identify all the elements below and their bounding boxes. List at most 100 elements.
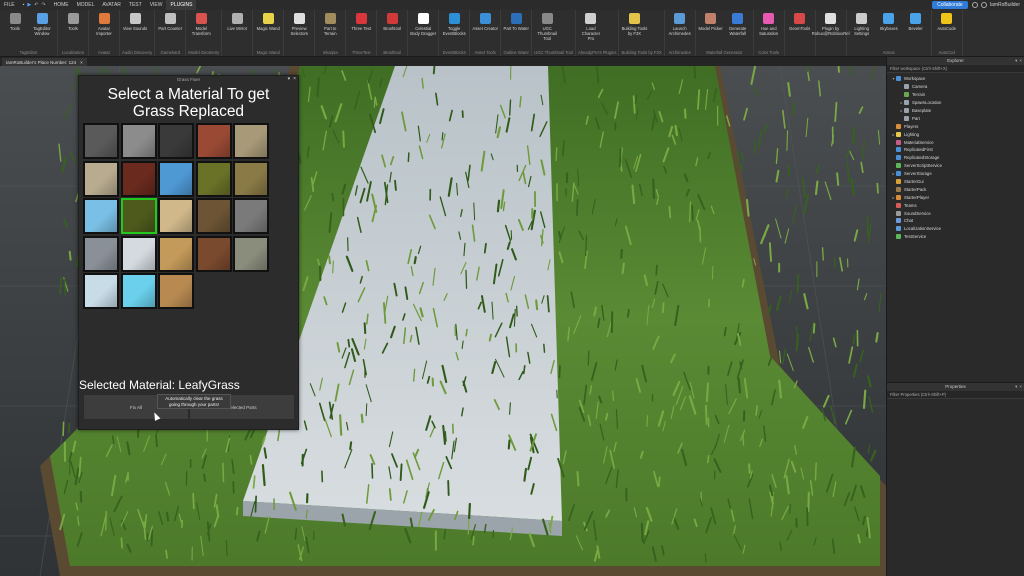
ribbon-button[interactable]: Asset Creator <box>472 10 498 48</box>
properties-filter-input[interactable]: Filter Properties (Ctrl+Shift+P) <box>887 391 1024 399</box>
explorer-item[interactable]: Terrain <box>887 91 1024 99</box>
material-tile[interactable] <box>195 123 232 159</box>
ribbon-button[interactable]: Preview Selectors <box>286 10 312 48</box>
explorer-item[interactable]: ▸ Baseplate <box>887 107 1024 115</box>
material-tile[interactable] <box>83 160 119 197</box>
username[interactable]: IamRoBuilder <box>990 2 1020 8</box>
ribbon-button[interactable]: Tools <box>60 10 86 48</box>
document-tab[interactable]: IamRoBuilder's Place Number: 124 × <box>2 58 87 66</box>
ribbon-button[interactable]: UGC Thumbnail Tool <box>534 10 560 48</box>
help-icon[interactable] <box>980 2 987 8</box>
material-tile[interactable] <box>83 198 119 234</box>
material-tile[interactable] <box>233 235 269 272</box>
ribbon-button[interactable]: GeomTools <box>787 10 813 48</box>
file-menu[interactable]: FILE <box>0 0 19 10</box>
material-tile[interactable] <box>83 235 119 272</box>
material-tile[interactable] <box>233 123 269 159</box>
menu-tab-plugins[interactable]: PLUGINS <box>166 0 197 10</box>
explorer-item[interactable]: Teams <box>887 201 1024 209</box>
material-tile[interactable] <box>83 273 119 309</box>
explorer-item[interactable]: ReplicatedStorage <box>887 154 1024 162</box>
explorer-filter-input[interactable]: Filter workspace (Ctrl+Shift+X) <box>887 65 1024 73</box>
ribbon-button[interactable]: Magic Wand <box>255 10 281 48</box>
explorer-item[interactable]: ▸ StarterPlayer <box>887 193 1024 201</box>
material-tile[interactable] <box>158 198 194 234</box>
ribbon-button[interactable]: AutoCode <box>934 10 960 48</box>
ribbon-button[interactable]: Plugin by Robux@RobloxxRel <box>812 10 850 48</box>
ribbon-button[interactable]: Brushtool <box>379 10 405 48</box>
ribbon-button[interactable]: View Sounds <box>122 10 148 48</box>
ribbon-button[interactable]: Toggle EventBlocks <box>441 10 467 48</box>
material-tile[interactable] <box>195 160 232 197</box>
3d-viewport[interactable]: Grass Fixer ▾ × Select a Material To get … <box>0 66 886 576</box>
ribbon-button[interactable]: Model Picker <box>698 10 724 48</box>
explorer-item[interactable]: TestService <box>887 233 1024 241</box>
explorer-item[interactable]: LocalizationService <box>887 225 1024 233</box>
ribbon-button[interactable]: Beveler <box>903 10 929 48</box>
explorer-item[interactable]: ▾ Workspace <box>887 75 1024 83</box>
play-icon[interactable]: ▶ <box>27 2 31 8</box>
menu-tab-test[interactable]: TEST <box>125 0 146 10</box>
undo-icon[interactable]: ↶ <box>34 2 38 8</box>
material-tile[interactable] <box>120 198 157 234</box>
ribbon-button[interactable]: Part To Water <box>503 10 529 48</box>
ribbon-button[interactable]: Avatar Importer <box>91 10 117 48</box>
material-tile[interactable] <box>233 160 269 197</box>
explorer-item[interactable]: ▸ ServerStorage <box>887 170 1024 178</box>
material-tile[interactable] <box>158 235 194 272</box>
ribbon-button[interactable]: Part to Terrain <box>317 10 343 48</box>
ribbon-button[interactable]: TagEditor Window <box>29 10 55 48</box>
ribbon-button[interactable]: Part Counter <box>157 10 183 48</box>
explorer-item[interactable]: Part <box>887 114 1024 122</box>
material-tile[interactable] <box>195 198 232 234</box>
explorer-item[interactable]: SoundService <box>887 209 1024 217</box>
ribbon-button[interactable]: Skyboxes <box>876 10 902 48</box>
redo-icon[interactable]: ↷ <box>41 2 45 8</box>
share-icon[interactable] <box>971 2 978 8</box>
explorer-item[interactable]: ServerScriptService <box>887 162 1024 170</box>
material-tile[interactable] <box>233 198 269 234</box>
menu-tab-view[interactable]: VIEW <box>146 0 167 10</box>
ribbon-button[interactable]: Lighting Settings <box>849 10 875 48</box>
panel-menu-icon[interactable]: ▾ <box>1015 57 1017 65</box>
material-tile[interactable] <box>83 123 119 159</box>
ribbon-button[interactable]: Building Tools by F3X <box>621 10 647 48</box>
explorer-item[interactable]: ▸ Lighting <box>887 130 1024 138</box>
explorer-item[interactable]: ReplicatedFirst <box>887 146 1024 154</box>
material-tile[interactable] <box>120 235 157 272</box>
grass-fixer-titlebar[interactable]: Grass Fixer ▾ × <box>79 76 298 83</box>
explorer-item[interactable]: StarterGui <box>887 178 1024 186</box>
save-icon[interactable]: ▪ <box>23 2 25 8</box>
material-tile[interactable] <box>158 160 194 197</box>
panel-menu-icon[interactable]: ▾ <box>1015 383 1017 391</box>
explorer-item[interactable]: Chat <box>887 217 1024 225</box>
material-tile[interactable] <box>120 160 157 197</box>
ribbon-button[interactable]: Hue and Saturation <box>756 10 782 48</box>
menu-tab-home[interactable]: HOME <box>50 0 73 10</box>
panel-close-icon[interactable]: × <box>1019 57 1022 65</box>
close-tab-icon[interactable]: × <box>80 60 83 65</box>
ribbon-button[interactable]: Three Text <box>348 10 374 48</box>
ribbon-button[interactable]: Live Mirror <box>224 10 250 48</box>
material-tile[interactable] <box>120 123 157 159</box>
material-tile[interactable] <box>158 273 194 309</box>
ribbon-button[interactable]: Generate Waterfall <box>725 10 751 48</box>
explorer-item[interactable]: StarterPack <box>887 185 1024 193</box>
ribbon-button[interactable]: Load Character Pro <box>578 10 604 48</box>
ribbon-button[interactable]: Celestial Body Dragger <box>410 10 436 48</box>
material-tile[interactable] <box>195 235 232 272</box>
explorer-item[interactable]: MaterialService <box>887 138 1024 146</box>
explorer-item[interactable]: Players <box>887 122 1024 130</box>
ribbon-button[interactable]: Tools <box>2 10 28 48</box>
ribbon-button[interactable]: Launch Archimedes <box>667 10 693 48</box>
menu-tab-avatar[interactable]: AVATAR <box>98 0 125 10</box>
material-tile[interactable] <box>120 273 157 309</box>
collaborate-button[interactable]: Collaborate <box>932 1 968 9</box>
panel-close-icon[interactable]: × <box>1019 383 1022 391</box>
ribbon-button[interactable]: Model Transform <box>188 10 214 48</box>
collapse-icon[interactable]: ▾ <box>288 76 291 83</box>
material-tile[interactable] <box>158 123 194 159</box>
close-icon[interactable]: × <box>293 76 296 83</box>
explorer-item[interactable]: ▸ SpawnLocation <box>887 99 1024 107</box>
menu-tab-model[interactable]: MODEL <box>73 0 99 10</box>
